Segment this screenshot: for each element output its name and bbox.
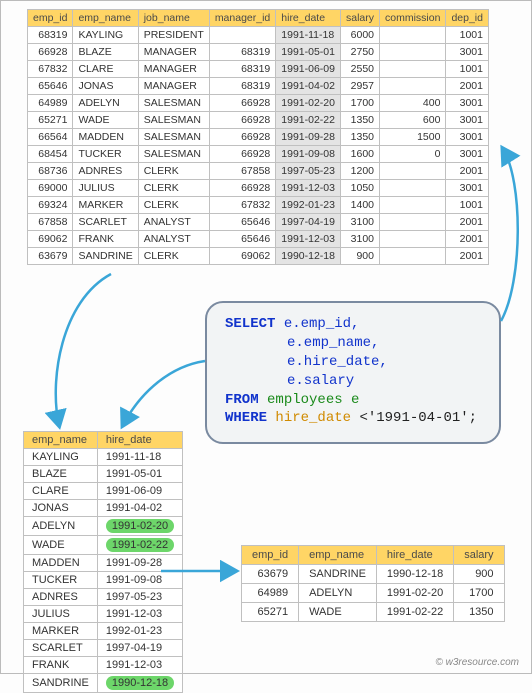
table-row: TUCKER1991-09-08	[24, 572, 183, 589]
table-row: BLAZE1991-05-01	[24, 466, 183, 483]
col-emp-id: emp_id	[242, 546, 299, 565]
col-manager-id: manager_id	[209, 10, 275, 27]
table-row: 63679SANDRINE1990-12-18900	[242, 565, 505, 584]
arrow-icon	[56, 274, 111, 425]
table-row: 69000JULIUSCLERK669281991-12-0310503001	[28, 180, 489, 197]
table-row: FRANK1991-12-03	[24, 657, 183, 674]
table-row: SCARLET1997-04-19	[24, 640, 183, 657]
table-row: JULIUS1991-12-03	[24, 606, 183, 623]
table-row: ADNRES1997-05-23	[24, 589, 183, 606]
table-row: 65271WADE1991-02-221350	[242, 603, 505, 622]
col-dep-id: dep_id	[446, 10, 489, 27]
table-row: 64989ADELYN1991-02-201700	[242, 584, 505, 603]
table-row: 64989ADELYNSALESMAN669281991-02-20170040…	[28, 95, 489, 112]
sql-line: FROM employees e	[225, 391, 483, 410]
col-emp-name: emp_name	[299, 546, 377, 565]
sql-line: WHERE hire_date <'1991-04-01';	[225, 409, 483, 428]
table-row: 66928BLAZEMANAGER683191991-05-0127503001	[28, 44, 489, 61]
footer-credit: © w3resource.com	[435, 657, 519, 668]
table-row: 67858SCARLETANALYST656461997-04-19310020…	[28, 214, 489, 231]
col-hire-date: hire_date	[276, 10, 341, 27]
col-commission: commission	[380, 10, 446, 27]
table-row: 65646JONASMANAGER683191991-04-0229572001	[28, 78, 489, 95]
table-row: 65271WADESALESMAN669281991-02-2213506003…	[28, 112, 489, 129]
col-emp-name: emp_name	[24, 432, 98, 449]
arrow-icon	[501, 149, 518, 321]
table-row: KAYLING1991-11-18	[24, 449, 183, 466]
sql-line: e.salary	[225, 372, 483, 391]
table-row: 66564MADDENSALESMAN669281991-09-28135015…	[28, 129, 489, 146]
col-hire-date: hire_date	[97, 432, 182, 449]
arrow-icon	[123, 361, 205, 425]
col-job-name: job_name	[138, 10, 209, 27]
table-row: SANDRINE1990-12-18	[24, 674, 183, 693]
employees-table: emp_id emp_name job_name manager_id hire…	[27, 9, 489, 265]
col-emp-id: emp_id	[28, 10, 73, 27]
table-row: 67832CLAREMANAGER683191991-06-0925501001	[28, 61, 489, 78]
table-row: 68319KAYLINGPRESIDENT1991-11-1860001001	[28, 27, 489, 44]
sql-line: SELECT e.emp_id,	[225, 315, 483, 334]
table-header-row: emp_id emp_name hire_date salary	[242, 546, 505, 565]
col-hire-date: hire_date	[376, 546, 453, 565]
result-table: emp_id emp_name hire_date salary 63679SA…	[241, 545, 505, 622]
table-header-row: emp_id emp_name job_name manager_id hire…	[28, 10, 489, 27]
table-row: 69062FRANKANALYST656461991-12-0331002001	[28, 231, 489, 248]
hire-date-table: emp_name hire_date KAYLING1991-11-18BLAZ…	[23, 431, 183, 693]
sql-line: e.hire_date,	[225, 353, 483, 372]
col-salary: salary	[340, 10, 379, 27]
table-row: CLARE1991-06-09	[24, 483, 183, 500]
table-row: 68454TUCKERSALESMAN669281991-09-08160003…	[28, 146, 489, 163]
table-row: MADDEN1991-09-28	[24, 555, 183, 572]
table-row: ADELYN1991-02-20	[24, 517, 183, 536]
table-header-row: emp_name hire_date	[24, 432, 183, 449]
table-row: 68736ADNRESCLERK678581997-05-2312002001	[28, 163, 489, 180]
table-row: WADE1991-02-22	[24, 536, 183, 555]
table-row: 69324MARKERCLERK678321992-01-2314001001	[28, 197, 489, 214]
col-salary: salary	[454, 546, 504, 565]
sql-query-box: SELECT e.emp_id, e.emp_name, e.hire_date…	[205, 301, 501, 444]
col-emp-name: emp_name	[73, 10, 138, 27]
table-row: 63679SANDRINECLERK690621990-12-189002001	[28, 248, 489, 265]
table-row: MARKER1992-01-23	[24, 623, 183, 640]
table-row: JONAS1991-04-02	[24, 500, 183, 517]
sql-line: e.emp_name,	[225, 334, 483, 353]
